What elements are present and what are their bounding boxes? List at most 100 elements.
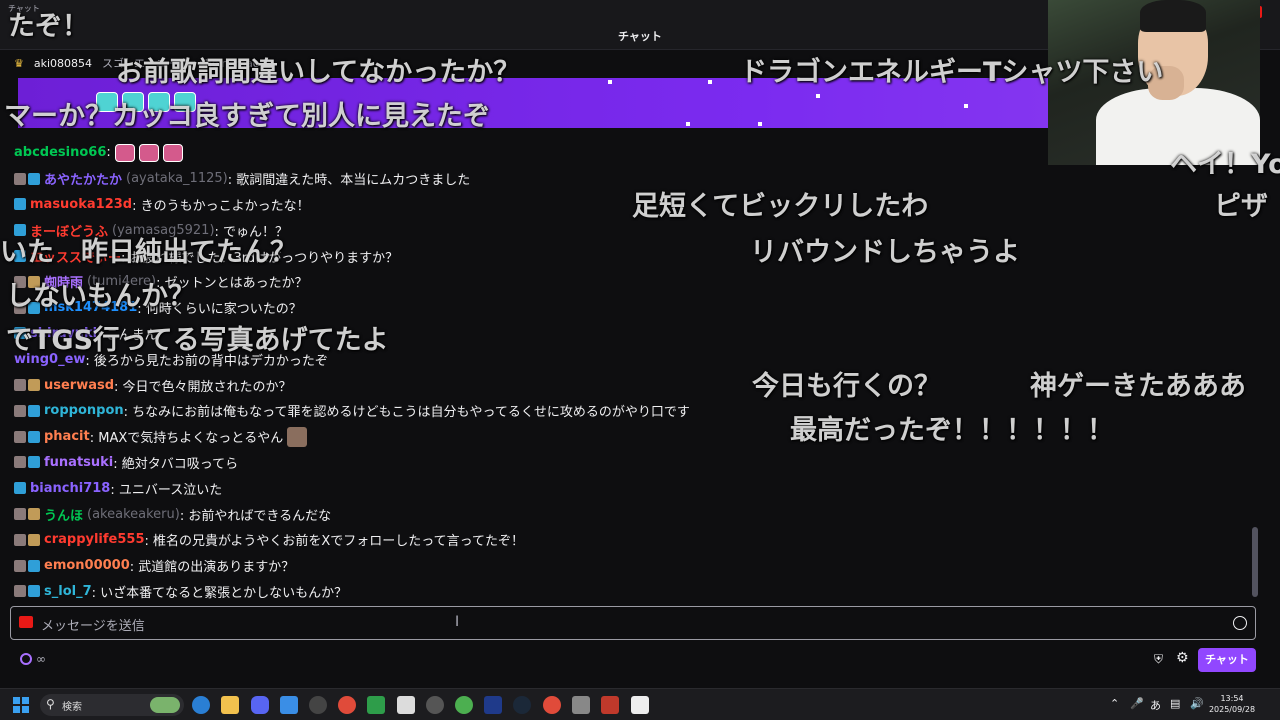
chat-message: bianchi718: ユニバース泣いた: [14, 475, 1244, 501]
chat-message-text: : お前やればできるんだな: [179, 508, 332, 524]
record-icon: [19, 616, 33, 628]
chat-username[interactable]: userwasd: [44, 378, 114, 393]
badges: [14, 559, 40, 572]
chat-username[interactable]: masuoka123d: [30, 197, 132, 212]
chat-send-button[interactable]: チャット: [1198, 648, 1256, 672]
channel-points[interactable]: ∞: [20, 652, 46, 666]
badges: [14, 508, 40, 521]
pic-badge-icon[interactable]: [14, 533, 26, 546]
danmaku-comment: ヘイ！Yo: [1170, 149, 1280, 180]
drive-icon[interactable]: [455, 696, 473, 714]
chat-message-text: : いざ本番てなると緊張とかしないもんか？: [91, 585, 348, 601]
system-clock[interactable]: 13:54 2025/09/28: [1208, 693, 1256, 715]
chat-message-text: : 歌詞間違えた時、本当にムカつきました: [227, 173, 471, 189]
app-icon[interactable]: [631, 696, 649, 714]
pic-badge-icon[interactable]: [14, 404, 26, 417]
taskbar-search-label: 検索: [62, 702, 82, 713]
chat-username[interactable]: うんほ: [44, 505, 83, 524]
mic-icon[interactable]: 🎤: [1130, 697, 1144, 710]
emote-icon[interactable]: [162, 143, 183, 162]
sub-badge-icon[interactable]: [28, 404, 40, 417]
sub-badge-icon[interactable]: [14, 198, 26, 211]
chat-message-text: : 絶対タバコ吸ってら: [113, 456, 239, 472]
pic-badge-icon[interactable]: [14, 585, 26, 598]
xbox-icon[interactable]: [367, 696, 385, 714]
tray-chevron-icon[interactable]: ⌃: [1110, 697, 1119, 710]
crown-icon: ♛: [14, 56, 24, 70]
chat-colon: :: [106, 145, 111, 161]
badges: [14, 379, 40, 392]
emote-icon[interactable]: [287, 426, 308, 447]
discord-icon[interactable]: [251, 696, 269, 714]
chat-message: funatsuki: 絶対タバコ吸ってら: [14, 450, 1244, 476]
shield-icon[interactable]: ⛨: [1154, 652, 1163, 667]
emote-icon[interactable]: [114, 143, 135, 162]
gift-badge-icon[interactable]: [28, 379, 40, 392]
pic-badge-icon[interactable]: [14, 508, 26, 521]
edge-icon[interactable]: [192, 696, 210, 714]
gear-icon[interactable]: ⚙: [1176, 650, 1189, 666]
sub-badge-icon[interactable]: [28, 172, 40, 185]
network-icon[interactable]: ▤: [1170, 697, 1180, 710]
danmaku-comment: 最高だったぞ！！！！！！: [790, 415, 1114, 446]
webcam-hair: [1140, 0, 1206, 32]
obs-icon[interactable]: [309, 696, 327, 714]
sub-badge-icon[interactable]: [28, 456, 40, 469]
chat-user-login: (ayataka_1125): [126, 171, 228, 187]
emoji-icon[interactable]: [1233, 616, 1247, 630]
chat-username[interactable]: あやたかたか: [44, 169, 122, 188]
danmaku-comment: しないもんか？: [6, 281, 195, 312]
emote-icon[interactable]: [138, 143, 159, 162]
chat-input[interactable]: メッセージを送信 I: [10, 606, 1256, 640]
x-icon[interactable]: [397, 696, 415, 714]
chat-username[interactable]: phacit: [44, 429, 90, 444]
chat-username[interactable]: emon00000: [44, 558, 130, 573]
sparkle-icon: [758, 122, 762, 126]
badges: [14, 198, 26, 211]
chat-message: msk1474181: 何時くらいに家ついたの？: [14, 295, 1244, 321]
danmaku-comment: ピザ: [1214, 191, 1268, 222]
gift-badge-icon[interactable]: [28, 508, 40, 521]
chat-username[interactable]: funatsuki: [44, 455, 113, 470]
chat-message-text: : 武道館の出演ありますか？: [129, 560, 295, 576]
danmaku-comment: ドラゴンエネルギーTシャツ下さい: [740, 57, 1164, 88]
danmaku-comment: マーか？カッコ良すぎて別人に見えたぞ: [4, 101, 490, 132]
notepad-icon[interactable]: [280, 696, 298, 714]
pic-badge-icon[interactable]: [14, 559, 26, 572]
chrome-icon[interactable]: [543, 696, 561, 714]
sparkle-icon: [708, 80, 712, 84]
file-explorer-icon[interactable]: [221, 696, 239, 714]
chat-message: crappylife555: 椎名の兄貴がようやくお前をXでフォローしたって言っ…: [14, 527, 1244, 553]
danmaku-comment: お前歌詞間違いしてなかったか？: [116, 57, 521, 88]
app-icon[interactable]: [572, 696, 590, 714]
sub-badge-icon[interactable]: [28, 559, 40, 572]
pic-badge-icon[interactable]: [14, 430, 26, 443]
badges: [14, 533, 40, 546]
chat-username[interactable]: abcdesino66: [14, 145, 106, 160]
taskbar-search[interactable]: ⚲ 検索: [40, 694, 184, 716]
sub-badge-icon[interactable]: [14, 482, 26, 495]
chat-message: あやたかたか (ayataka_1125): 歌詞間違えた時、本当にムカつきました: [14, 166, 1244, 192]
chat-username[interactable]: ropponpon: [44, 403, 124, 418]
chrome-icon[interactable]: [338, 696, 356, 714]
ime-indicator[interactable]: あ: [1150, 697, 1161, 713]
chat-username[interactable]: bianchi718: [30, 481, 110, 496]
pic-badge-icon[interactable]: [14, 456, 26, 469]
chat-scrollbar[interactable]: [1252, 527, 1258, 597]
volume-icon[interactable]: 🔊: [1190, 697, 1204, 710]
steam-icon[interactable]: [513, 696, 531, 714]
app-icon[interactable]: [601, 696, 619, 714]
chat-username[interactable]: crappylife555: [44, 532, 145, 547]
pic-badge-icon[interactable]: [14, 172, 26, 185]
sub-badge-icon[interactable]: [28, 585, 40, 598]
windows-start-icon[interactable]: [13, 697, 29, 713]
sub-badge-icon[interactable]: [28, 430, 40, 443]
badges: [14, 482, 26, 495]
app-icon[interactable]: [426, 696, 444, 714]
gifter-name[interactable]: aki080854: [34, 57, 92, 70]
chat-username[interactable]: s_lol_7: [44, 584, 92, 599]
search-highlight-image: [150, 697, 180, 713]
pic-badge-icon[interactable]: [14, 379, 26, 392]
display-icon[interactable]: [484, 696, 502, 714]
gift-badge-icon[interactable]: [28, 533, 40, 546]
